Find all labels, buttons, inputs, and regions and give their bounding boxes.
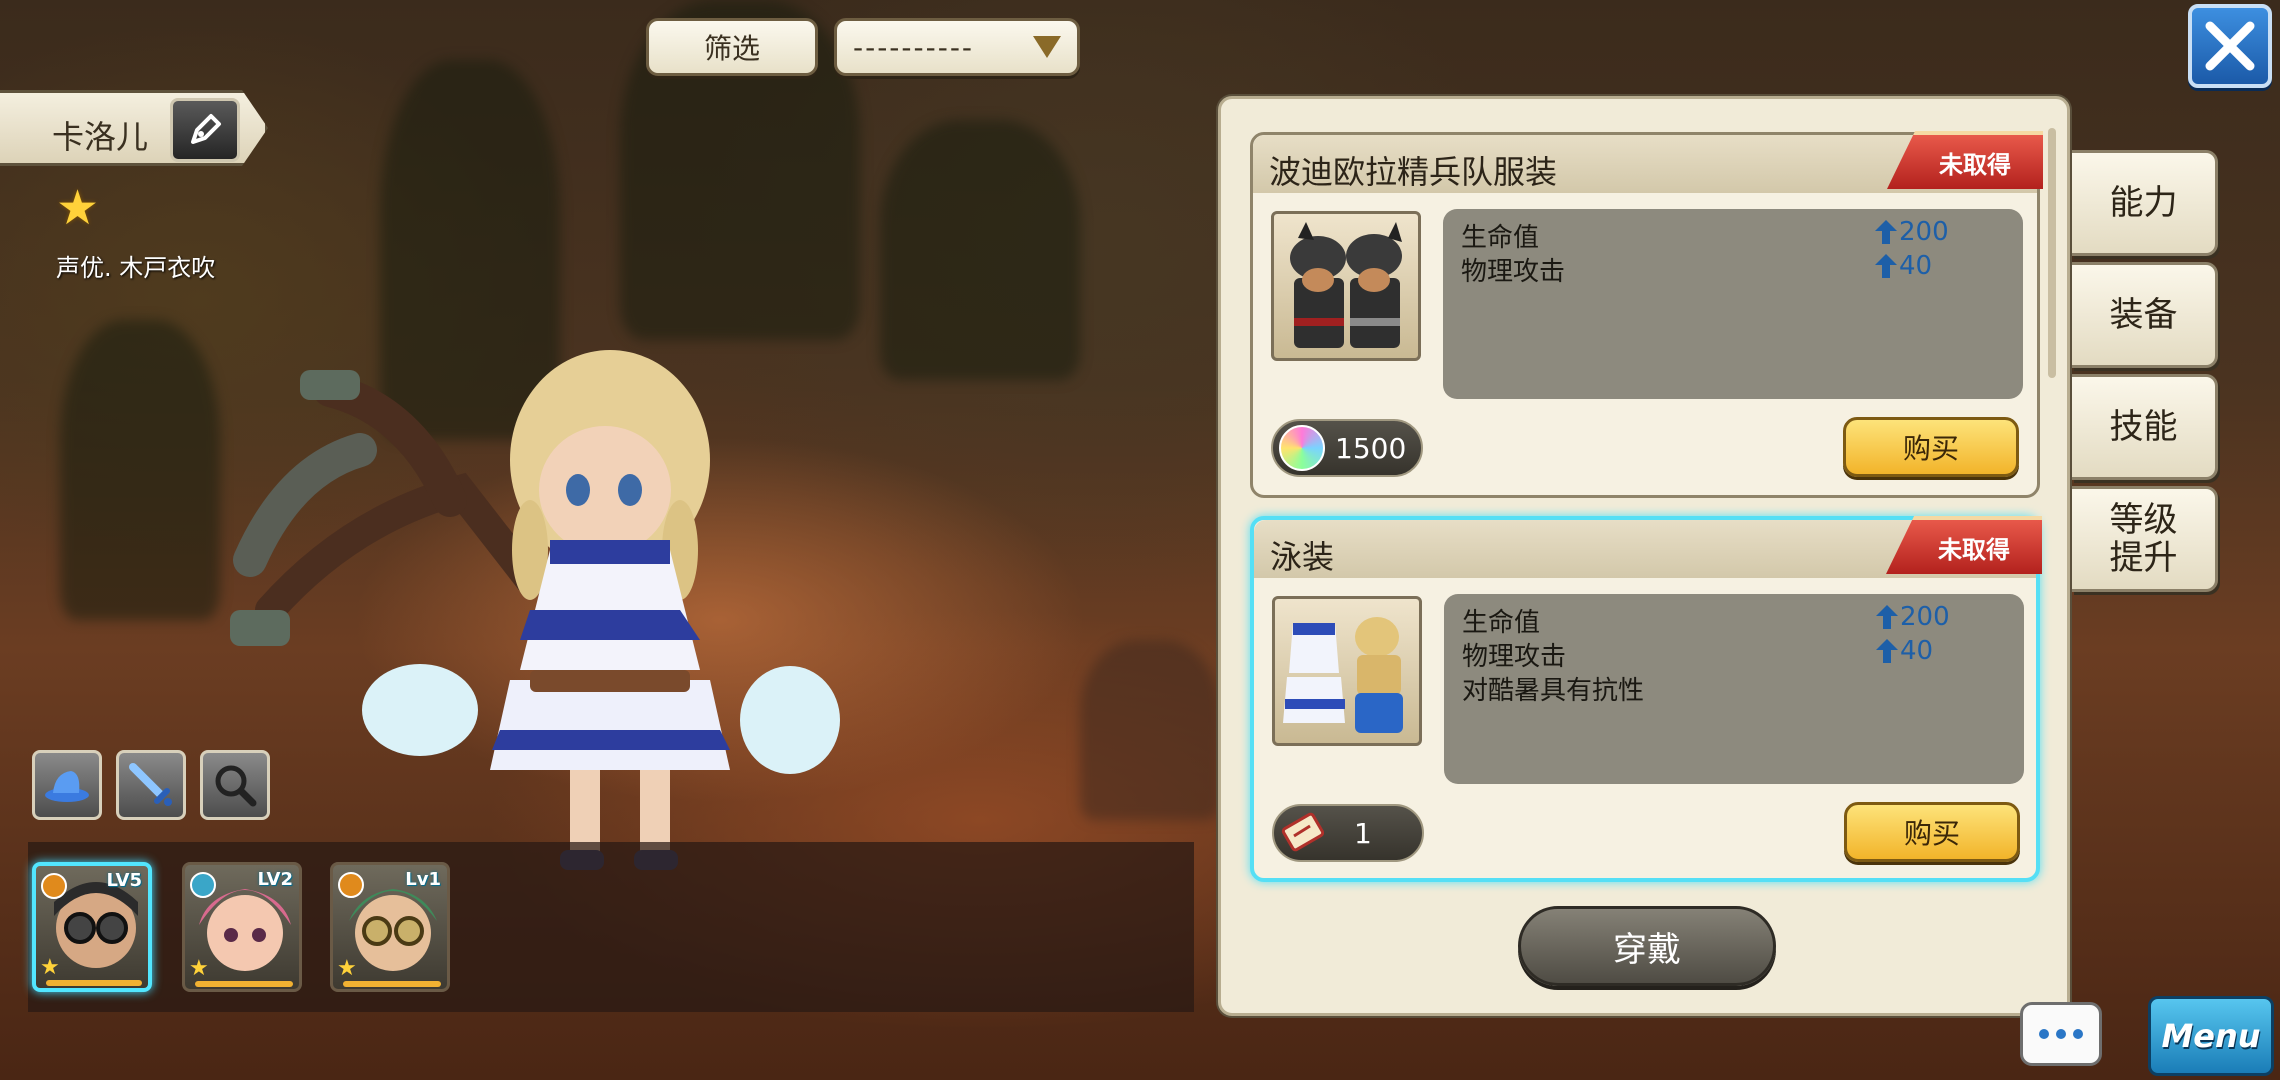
character-model bbox=[230, 350, 840, 870]
cost-display: 1500 bbox=[1271, 419, 1423, 477]
arrow-up-icon bbox=[1875, 254, 1897, 278]
filter-button-label: 筛选 bbox=[703, 32, 760, 65]
stats-box: 生命值 200 物理攻击 40 对酷暑具有抗性 bbox=[1444, 594, 2024, 784]
magnifier-icon bbox=[215, 765, 257, 807]
stat-name: 物理攻击 bbox=[1462, 642, 1567, 672]
inspect-button[interactable] bbox=[200, 750, 270, 820]
stat-value: 40 bbox=[1875, 251, 1932, 281]
weapon-button[interactable] bbox=[116, 750, 186, 820]
chevron-down-icon bbox=[1033, 36, 1061, 58]
party-member-1[interactable]: LV5 ★ bbox=[32, 862, 152, 992]
party-member-bar bbox=[46, 980, 142, 986]
stat-extra: 对酷暑具有抗性 bbox=[1462, 676, 1645, 706]
stat-value-number: 200 bbox=[1899, 217, 1949, 247]
chat-dot-icon bbox=[2056, 1029, 2066, 1039]
costume-card-1[interactable]: 波迪欧拉精兵队服装 未取得 生命值 200 物理攻击 40 1500 购买 bbox=[1250, 131, 2043, 498]
party-member-3[interactable]: Lv1 ★ bbox=[330, 862, 450, 992]
stat-value: 200 bbox=[1875, 217, 1949, 247]
party-member-level: Lv1 bbox=[405, 869, 441, 890]
hat-icon bbox=[45, 771, 89, 802]
costume-thumbnail bbox=[1272, 596, 1422, 746]
tab-level-up[interactable]: 等级 提升 bbox=[2072, 486, 2218, 592]
party-member-level: LV2 bbox=[257, 869, 293, 890]
chat-dot-icon bbox=[2073, 1029, 2083, 1039]
menu-button[interactable]: Menu bbox=[2148, 996, 2274, 1076]
party-member-2[interactable]: LV2 ★ bbox=[182, 862, 302, 992]
costume-thumbnail bbox=[1271, 211, 1421, 361]
rainbow-gem-icon bbox=[1279, 425, 1325, 471]
costume-title: 波迪欧拉精兵队服装 bbox=[1269, 153, 1558, 191]
scrollbar[interactable] bbox=[2048, 128, 2056, 378]
chat-button[interactable] bbox=[2020, 1002, 2102, 1066]
party-member-bar bbox=[195, 981, 293, 987]
stats-box: 生命值 200 物理攻击 40 bbox=[1443, 209, 2023, 399]
ticket-icon bbox=[1280, 810, 1326, 856]
arrow-up-icon bbox=[1875, 220, 1897, 244]
swimsuit-costume-icon bbox=[1283, 617, 1403, 733]
close-button[interactable] bbox=[2188, 4, 2272, 88]
armor-costume-icon bbox=[1290, 222, 1402, 348]
party-member-bar bbox=[343, 981, 441, 987]
stat-value-number: 40 bbox=[1899, 251, 1933, 281]
party-member-star: ★ bbox=[189, 956, 209, 981]
pen-icon bbox=[191, 114, 221, 144]
tab-ability[interactable]: 能力 bbox=[2072, 150, 2218, 256]
stat-value-number: 200 bbox=[1900, 602, 1950, 632]
character-rarity-star: ★ bbox=[56, 180, 100, 236]
cost-value: 1 bbox=[1354, 816, 1372, 850]
stat-value: 200 bbox=[1876, 602, 1950, 632]
stat-name: 物理攻击 bbox=[1461, 257, 1566, 287]
party-member-star: ★ bbox=[40, 955, 60, 980]
costume-title: 泳装 bbox=[1270, 538, 1335, 576]
close-icon bbox=[2205, 21, 2255, 71]
stat-name: 生命值 bbox=[1461, 223, 1540, 253]
arrow-up-icon bbox=[1876, 639, 1898, 663]
character-name: 卡洛儿 bbox=[52, 118, 149, 156]
buy-button[interactable]: 购买 bbox=[1844, 802, 2020, 862]
buy-button[interactable]: 购买 bbox=[1843, 417, 2019, 477]
costume-button[interactable] bbox=[32, 750, 102, 820]
party-member-level: LV5 bbox=[106, 870, 142, 891]
voice-actor-label: 声优. 木戸衣吹 bbox=[56, 254, 216, 282]
stat-name: 生命值 bbox=[1462, 608, 1541, 638]
cost-value: 1500 bbox=[1335, 431, 1407, 465]
party-member-star: ★ bbox=[337, 956, 357, 981]
edit-name-button[interactable] bbox=[170, 98, 240, 162]
wear-button[interactable]: 穿戴 bbox=[1518, 906, 1776, 986]
stat-value-number: 40 bbox=[1900, 636, 1934, 666]
stat-value: 40 bbox=[1876, 636, 1933, 666]
tab-skill[interactable]: 技能 bbox=[2072, 374, 2218, 480]
chat-dot-icon bbox=[2039, 1029, 2049, 1039]
costume-card-2[interactable]: 泳装 未取得 生命值 200 物理攻击 40 对酷暑具有抗性 1 购买 bbox=[1250, 516, 2042, 882]
filter-button[interactable]: 筛选 bbox=[646, 18, 818, 76]
cost-display: 1 bbox=[1272, 804, 1424, 862]
tab-equipment[interactable]: 装备 bbox=[2072, 262, 2218, 368]
filter-dropdown-value: ---------- bbox=[853, 30, 975, 64]
arrow-up-icon bbox=[1876, 605, 1898, 629]
sword-icon bbox=[129, 763, 172, 806]
filter-dropdown[interactable]: ---------- bbox=[834, 18, 1080, 76]
